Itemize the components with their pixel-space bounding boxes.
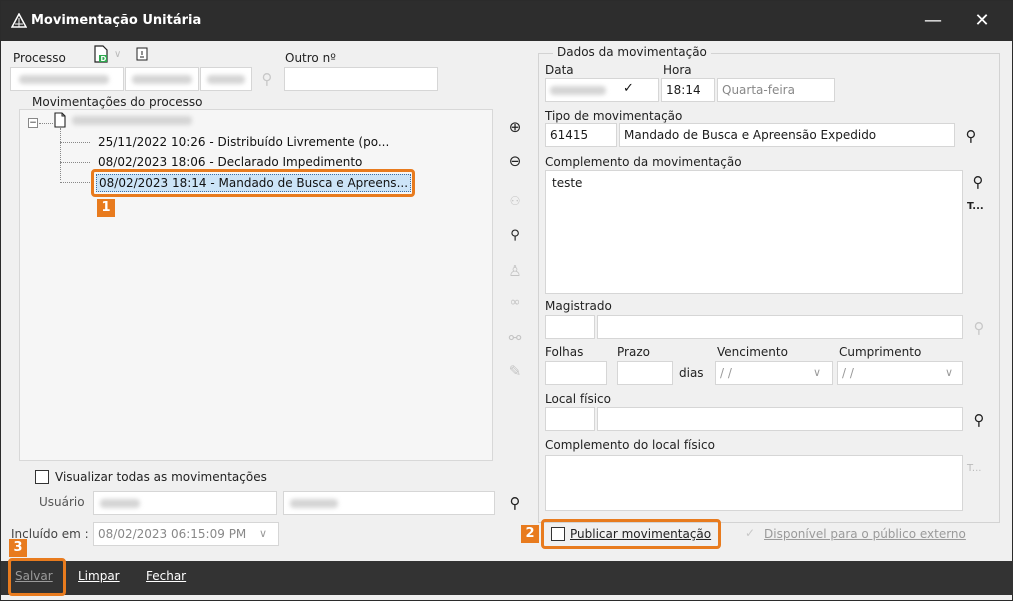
process-document-icon [54, 112, 66, 128]
local-name-field[interactable] [597, 407, 963, 431]
magistrado-name-field[interactable] [597, 315, 963, 339]
text-format-button[interactable]: T... [967, 201, 984, 212]
title-bar: Movimentação Unitária — ✕ [1, 1, 1013, 41]
hora-field[interactable]: 18:14 [661, 78, 715, 102]
search-usuario-icon[interactable]: ⚲ [507, 495, 523, 511]
data-field[interactable] [545, 78, 659, 102]
complemento-local-label: Complemento do local físico [545, 438, 715, 452]
magistrado-label: Magistrado [545, 299, 612, 313]
usuario-label: Usuário [39, 495, 85, 509]
fechar-button[interactable]: Fechar [146, 569, 186, 583]
limpar-button[interactable]: Limpar [78, 569, 120, 583]
chevron-down-icon[interactable]: ✓ [623, 81, 634, 96]
movimentacao-item[interactable]: 25/11/2022 10:26 - Distribuído Livrement… [98, 135, 389, 149]
dados-group-label: Dados da movimentação [553, 45, 711, 59]
local-code-field[interactable] [545, 407, 595, 431]
processo-field-3[interactable] [200, 67, 252, 91]
prazo-label: Prazo [617, 345, 650, 359]
document-new-icon[interactable]: D [93, 45, 109, 63]
close-button[interactable]: ✕ [959, 1, 1005, 41]
folhas-field[interactable] [545, 361, 607, 385]
unlink-icon[interactable]: ⚯ [505, 328, 525, 348]
usuario-code-field [93, 491, 277, 515]
complemento-label: Complemento da movimentação [545, 155, 742, 169]
check-icon: ✓ [745, 526, 756, 540]
chevron-down-icon[interactable]: ∨ [945, 366, 953, 379]
window-title: Movimentação Unitária [31, 13, 202, 28]
highlight-box-2 [541, 519, 721, 549]
dias-label: dias [679, 366, 704, 380]
local-label: Local físico [545, 392, 611, 406]
movimentacoes-group-label: Movimentações do processo [29, 95, 206, 109]
highlight-box-3 [8, 558, 66, 596]
outro-numero-input[interactable] [284, 67, 438, 91]
data-label: Data [545, 63, 574, 77]
user-document-icon[interactable]: ⚇ [505, 191, 525, 211]
search-local-icon[interactable]: ⚲ [971, 412, 987, 428]
link-icon[interactable]: ∞ [505, 293, 525, 313]
text-format-button[interactable]: T... [967, 463, 981, 474]
search-tipo-icon[interactable]: ⚲ [963, 128, 979, 144]
step-badge-1: 1 [97, 199, 115, 217]
processo-field-2[interactable] [125, 67, 199, 91]
visualizar-todas-label: Visualizar todas as movimentações [55, 470, 267, 484]
incluido-value: 08/02/2023 06:15:09 PM [98, 527, 247, 541]
note-icon[interactable] [135, 47, 149, 61]
usuario-name-field [283, 491, 495, 515]
cumprimento-label: Cumprimento [839, 345, 922, 359]
window: Movimentação Unitária — ✕ Processo D ∨ O… [0, 0, 1013, 601]
movimentacao-item[interactable]: 08/02/2023 18:06 - Declarado Impedimento [98, 155, 362, 169]
remove-circle-icon[interactable]: ⊖ [505, 151, 525, 171]
minimize-button[interactable]: — [910, 1, 956, 41]
hora-label: Hora [663, 63, 692, 77]
chevron-down-icon: ∨ [259, 527, 268, 540]
outro-numero-label: Outro nº [285, 51, 336, 65]
app-logo-icon [11, 13, 27, 28]
complemento-local-textarea[interactable] [545, 455, 963, 511]
vencimento-label: Vencimento [717, 345, 788, 359]
document-hand-icon[interactable]: ✎ [505, 361, 525, 381]
highlight-box-1 [91, 169, 415, 197]
collapse-icon[interactable]: − [28, 118, 38, 128]
prazo-field[interactable] [617, 361, 673, 385]
tipo-desc-field[interactable]: Mandado de Busca e Apreensão Expedido [619, 123, 955, 147]
tipo-code-field[interactable]: 61415 [545, 123, 617, 147]
step-badge-2: 2 [521, 525, 539, 543]
step-badge-3: 3 [9, 539, 27, 557]
dia-semana-field: Quarta-feira [717, 78, 835, 102]
chevron-down-icon[interactable]: ∨ [114, 49, 121, 60]
incluido-field: 08/02/2023 06:15:09 PM [93, 522, 279, 546]
visualizar-todas-checkbox[interactable] [35, 470, 49, 484]
processo-label: Processo [13, 51, 66, 65]
user-comment-icon[interactable]: ⚲ [505, 226, 525, 246]
stamp-icon[interactable]: ♙ [505, 261, 525, 281]
add-circle-icon[interactable]: ⊕ [505, 117, 525, 137]
svg-text:D: D [101, 55, 107, 63]
search-processo-icon[interactable]: ⚲ [259, 71, 275, 87]
tipo-label: Tipo de movimentação [545, 109, 683, 123]
search-complemento-icon[interactable]: ⚲ [970, 174, 986, 190]
chevron-down-icon[interactable]: ∨ [813, 366, 821, 379]
disponivel-label: Disponível para o público externo [764, 527, 966, 541]
complemento-textarea[interactable]: teste [545, 170, 963, 294]
magistrado-code-field[interactable] [545, 315, 595, 339]
movimentacoes-tree[interactable]: − 25/11/2022 10:26 - Distribuído Livreme… [19, 109, 493, 461]
search-magistrado-icon[interactable]: ⚲ [971, 320, 987, 336]
folhas-label: Folhas [545, 345, 584, 359]
processo-field-1[interactable] [10, 67, 124, 91]
